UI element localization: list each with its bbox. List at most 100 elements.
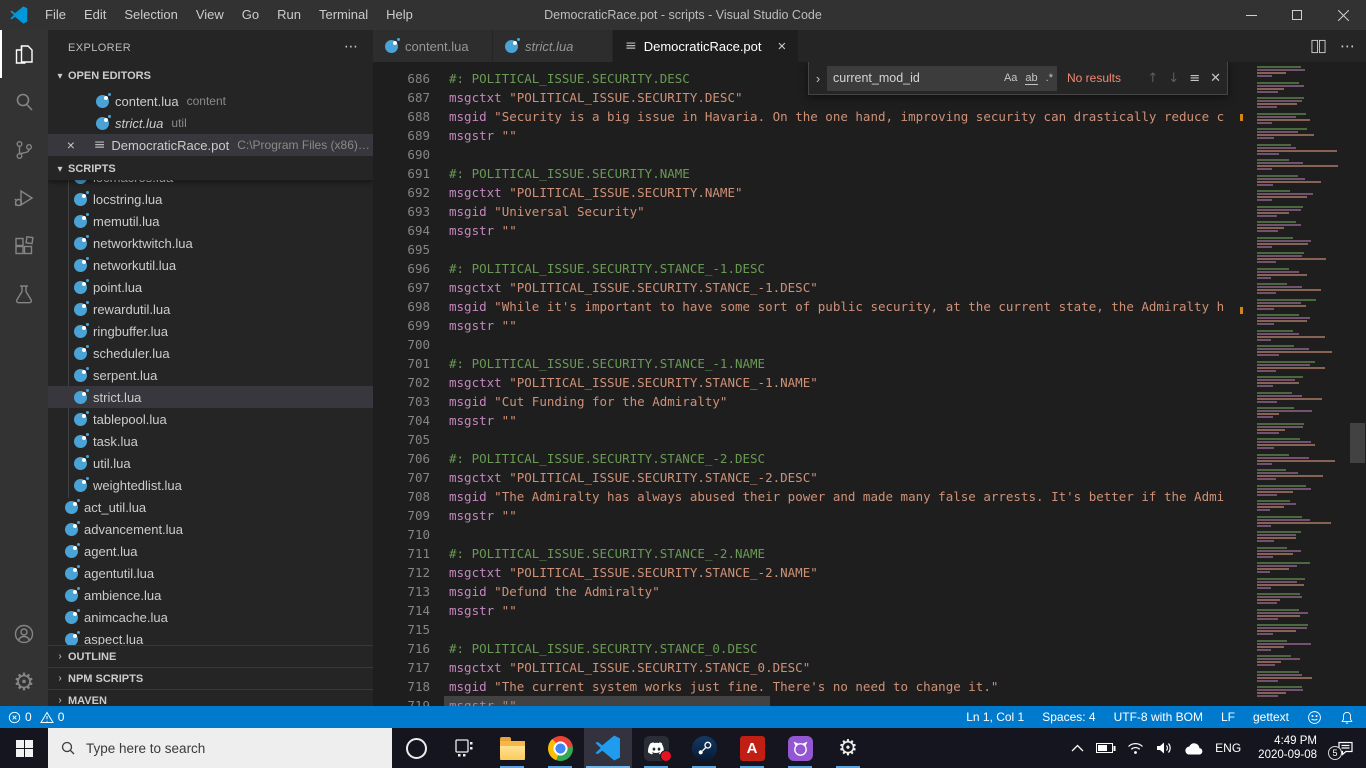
- input-language[interactable]: ENG: [1215, 741, 1241, 755]
- code-line[interactable]: 712 msgctxt "POLITICAL_ISSUE.SECURITY.STA…: [373, 563, 1366, 582]
- cursor-position[interactable]: Ln 1, Col 1: [966, 710, 1024, 724]
- close-find-icon[interactable]: ✕: [1210, 71, 1221, 86]
- code-line[interactable]: 710: [373, 525, 1366, 544]
- tree-item-task-lua[interactable]: task.lua: [48, 430, 373, 452]
- code-line[interactable]: 688 msgid "Security is a big issue in Hav…: [373, 107, 1366, 126]
- code-line[interactable]: 709 msgstr "": [373, 506, 1366, 525]
- code-line[interactable]: 694 msgstr "": [373, 221, 1366, 240]
- onedrive-cloud-icon[interactable]: [1182, 742, 1204, 755]
- regex-icon[interactable]: .*: [1042, 72, 1057, 84]
- action-center-button[interactable]: 5: [1328, 740, 1360, 760]
- code-line[interactable]: 697 msgctxt "POLITICAL_ISSUE.SECURITY.STA…: [373, 278, 1366, 297]
- taskbar-search-box[interactable]: Type here to search: [48, 728, 392, 768]
- taskbar-chrome-button[interactable]: [536, 728, 584, 768]
- scripts-section-header[interactable]: ▾ SCRIPTS: [48, 158, 373, 180]
- code-line[interactable]: 702 msgctxt "POLITICAL_ISSUE.SECURITY.STA…: [373, 373, 1366, 392]
- tree-item-scheduler-lua[interactable]: scheduler.lua: [48, 342, 373, 364]
- code-line[interactable]: 692 msgctxt "POLITICAL_ISSUE.SECURITY.NAM…: [373, 183, 1366, 202]
- run-and-debug-icon[interactable]: [0, 174, 48, 222]
- section-maven[interactable]: › MAVEN: [48, 689, 373, 706]
- tree-item-aspect-lua[interactable]: aspect.lua: [48, 628, 373, 645]
- notifications-bell-icon[interactable]: [1340, 710, 1354, 725]
- explorer-icon[interactable]: [0, 30, 48, 78]
- find-previous-icon[interactable]: ↑: [1147, 71, 1158, 86]
- code-line[interactable]: 699 msgstr "": [373, 316, 1366, 335]
- tree-item-advancement-lua[interactable]: advancement.lua: [48, 518, 373, 540]
- find-in-selection-icon[interactable]: ≡: [1189, 71, 1200, 86]
- taskbar-steam-button[interactable]: [680, 728, 728, 768]
- vertical-scrollbar-slider[interactable]: [1350, 423, 1365, 463]
- menu-selection[interactable]: Selection: [115, 0, 186, 30]
- code-line[interactable]: 705: [373, 430, 1366, 449]
- tree-item-agent-lua[interactable]: agent.lua: [48, 540, 373, 562]
- code-line[interactable]: 700: [373, 335, 1366, 354]
- settings-gear-icon[interactable]: ⚙: [0, 658, 48, 706]
- code-line[interactable]: 711 #: POLITICAL_ISSUE.SECURITY.STANCE_-2…: [373, 544, 1366, 563]
- tray-chevron-up-icon[interactable]: [1066, 744, 1088, 752]
- menu-help[interactable]: Help: [377, 0, 422, 30]
- extensions-icon[interactable]: [0, 222, 48, 270]
- code-line[interactable]: 698 msgid "While it's important to have s…: [373, 297, 1366, 316]
- feedback-smiley-icon[interactable]: [1307, 710, 1322, 725]
- section-outline[interactable]: › OUTLINE: [48, 645, 373, 667]
- taskbar-acrobat-button[interactable]: A: [728, 728, 776, 768]
- code-line[interactable]: 689 msgstr "": [373, 126, 1366, 145]
- close-tab-icon[interactable]: ×: [778, 38, 787, 55]
- code-line[interactable]: 696 #: POLITICAL_ISSUE.SECURITY.STANCE_-1…: [373, 259, 1366, 278]
- eol-sequence[interactable]: LF: [1221, 710, 1235, 724]
- tree-item-animcache-lua[interactable]: animcache.lua: [48, 606, 373, 628]
- cortana-button[interactable]: [392, 728, 440, 768]
- menu-terminal[interactable]: Terminal: [310, 0, 377, 30]
- volume-icon[interactable]: [1153, 741, 1175, 755]
- battery-icon[interactable]: [1095, 742, 1117, 754]
- start-button[interactable]: [0, 728, 48, 768]
- match-case-icon[interactable]: Aa: [1000, 72, 1021, 84]
- code-line[interactable]: 715: [373, 620, 1366, 639]
- horizontal-scrollbar-slider[interactable]: [444, 696, 770, 706]
- tab-democraticrace-pot[interactable]: ≡ DemocraticRace.pot ×: [613, 30, 800, 62]
- split-editor-icon[interactable]: [1311, 39, 1326, 54]
- code-line[interactable]: 716 #: POLITICAL_ISSUE.SECURITY.STANCE_0.…: [373, 639, 1366, 658]
- code-line[interactable]: 706 #: POLITICAL_ISSUE.SECURITY.STANCE_-2…: [373, 449, 1366, 468]
- sidebar-more-actions-icon[interactable]: ⋯: [344, 38, 359, 55]
- tree-item-agentutil-lua[interactable]: agentutil.lua: [48, 562, 373, 584]
- open-editor-content-lua[interactable]: content.lua content: [48, 90, 373, 112]
- problems-status[interactable]: 0 0: [8, 710, 64, 724]
- vertical-scrollbar[interactable]: [1348, 62, 1366, 706]
- menu-view[interactable]: View: [187, 0, 233, 30]
- menu-file[interactable]: File: [36, 0, 75, 30]
- tree-item-ambience-lua[interactable]: ambience.lua: [48, 584, 373, 606]
- task-view-button[interactable]: [440, 728, 488, 768]
- code-line[interactable]: 713 msgid "Defund the Admiralty": [373, 582, 1366, 601]
- code-line[interactable]: 690: [373, 145, 1366, 164]
- more-actions-icon[interactable]: ⋯: [1340, 37, 1356, 55]
- tree-item-serpent-lua[interactable]: serpent.lua: [48, 364, 373, 386]
- tab-content-lua[interactable]: content.lua: [373, 30, 493, 62]
- whole-word-icon[interactable]: ab: [1021, 72, 1041, 85]
- taskbar-settings-button[interactable]: ⚙: [824, 728, 872, 768]
- editor-pane[interactable]: 686 #: POLITICAL_ISSUE.SECURITY.DESC 687 ms…: [373, 62, 1366, 706]
- tree-item-strict-lua[interactable]: strict.lua: [48, 386, 373, 408]
- close-window-button[interactable]: [1320, 0, 1366, 30]
- tree-item-locstring-lua[interactable]: locstring.lua: [48, 188, 373, 210]
- tree-item-rewardutil-lua[interactable]: rewardutil.lua: [48, 298, 373, 320]
- taskbar-discord-button[interactable]: [632, 728, 680, 768]
- code-line[interactable]: 695: [373, 240, 1366, 259]
- tree-item-ringbuffer-lua[interactable]: ringbuffer.lua: [48, 320, 373, 342]
- code-line[interactable]: 708 msgid "The Admiralty has always abuse…: [373, 487, 1366, 506]
- section-npm-scripts[interactable]: › NPM SCRIPTS: [48, 667, 373, 689]
- maximize-button[interactable]: [1274, 0, 1320, 30]
- open-editor-strict-lua[interactable]: strict.lua util: [48, 112, 373, 134]
- find-next-icon[interactable]: ↓: [1168, 71, 1179, 86]
- code-line[interactable]: 707 msgctxt "POLITICAL_ISSUE.SECURITY.STA…: [373, 468, 1366, 487]
- tab-strict-lua[interactable]: strict.lua: [493, 30, 613, 62]
- tree-item-networkutil-lua[interactable]: networkutil.lua: [48, 254, 373, 276]
- code-line[interactable]: 701 #: POLITICAL_ISSUE.SECURITY.STANCE_-1…: [373, 354, 1366, 373]
- code-line[interactable]: 693 msgid "Universal Security": [373, 202, 1366, 221]
- taskbar-github-desktop-button[interactable]: [776, 728, 824, 768]
- tree-item-memutil-lua[interactable]: memutil.lua: [48, 210, 373, 232]
- tree-item-tablepool-lua[interactable]: tablepool.lua: [48, 408, 373, 430]
- menu-edit[interactable]: Edit: [75, 0, 115, 30]
- accounts-icon[interactable]: [0, 610, 48, 658]
- testing-icon[interactable]: [0, 270, 48, 318]
